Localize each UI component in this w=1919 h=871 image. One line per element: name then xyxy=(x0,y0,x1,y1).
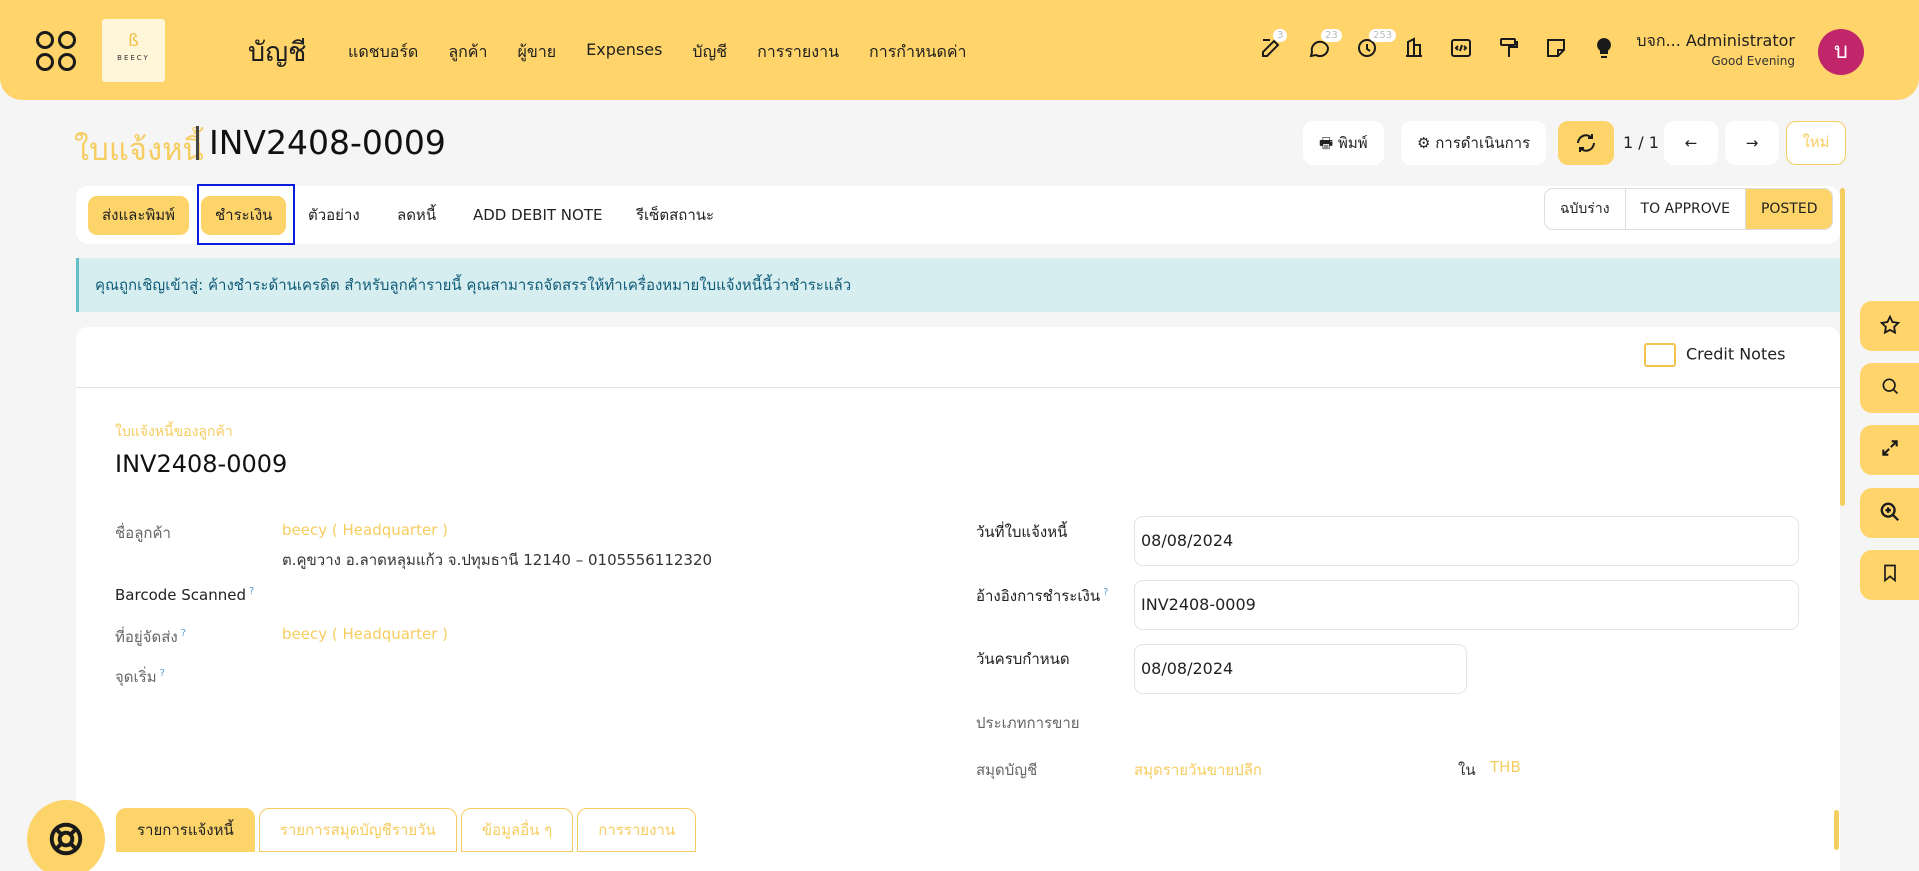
invoice-date-label: วันที่ใบแจ้งหนี้ xyxy=(976,523,1068,541)
help-tooltip-icon[interactable]: ? xyxy=(181,628,186,639)
currency-link[interactable]: THB xyxy=(1490,758,1521,776)
company-logo[interactable]: ß BEECY xyxy=(102,19,165,82)
zoom-in-icon xyxy=(1880,502,1899,522)
status-bar: ฉบับร่าง TO APPROVE POSTED xyxy=(1544,188,1834,230)
form-tabs: รายการแจ้งหนี้ รายการสมุดบัญชีรายวัน ข้อ… xyxy=(116,808,697,852)
printer-icon: 🖶 xyxy=(1319,134,1338,152)
zoom-button[interactable] xyxy=(1860,488,1919,538)
help-tooltip-icon[interactable]: ? xyxy=(1103,587,1108,598)
refresh-button[interactable] xyxy=(1558,121,1614,165)
main-nav: แดชบอร์ด ลูกค้า ผู้ขาย Expenses บัญชี กา… xyxy=(348,40,967,65)
help-button[interactable] xyxy=(27,800,105,871)
prev-record-button[interactable]: ← xyxy=(1664,121,1718,165)
nav-customers[interactable]: ลูกค้า xyxy=(448,40,487,65)
breadcrumb-separator xyxy=(196,126,199,160)
scrollbar[interactable] xyxy=(1840,188,1845,506)
origin-label: จุดเริ่ม? xyxy=(115,668,165,686)
send-print-button[interactable]: ส่งและพิมพ์ xyxy=(88,196,190,235)
nav-configuration[interactable]: การกำหนดค่า xyxy=(869,40,967,65)
chat-icon[interactable]: 23 xyxy=(1307,29,1342,62)
company-user-name[interactable]: บจก... Administrator xyxy=(1636,29,1795,54)
search-icon xyxy=(1882,378,1898,395)
breadcrumb-doc-type[interactable]: ใบแจ้งหนี้ xyxy=(74,124,204,174)
payment-reference-field[interactable]: INV2408-0009 xyxy=(1134,580,1799,630)
notes-badge: 3 xyxy=(1273,29,1288,42)
code-icon[interactable] xyxy=(1449,36,1475,62)
bulb-icon[interactable] xyxy=(1592,36,1618,62)
help-tooltip-icon[interactable]: ? xyxy=(249,586,254,597)
tab-scroll-indicator xyxy=(1834,810,1839,850)
expand-icon xyxy=(1881,440,1898,456)
logo-bee-icon: ß xyxy=(128,31,139,51)
credit-notes-smart-button[interactable]: Credit Notes xyxy=(1644,343,1785,367)
gear-icon: ⚙ xyxy=(1417,134,1436,152)
status-posted[interactable]: POSTED xyxy=(1745,189,1833,229)
tab-reporting[interactable]: การรายงาน xyxy=(577,808,697,852)
sticky-note-icon[interactable] xyxy=(1544,36,1570,62)
search-button[interactable] xyxy=(1860,363,1919,413)
nav-dashboard[interactable]: แดชบอร์ด xyxy=(348,40,418,65)
avatar[interactable]: บ xyxy=(1818,29,1864,75)
invoice-date-field[interactable]: 08/08/2024 xyxy=(1134,516,1799,566)
invoice-subtitle: ใบแจ้งหนี้ของลูกค้า xyxy=(115,424,233,440)
due-date-label: วันครบกำหนด xyxy=(976,650,1070,668)
new-button[interactable]: ใหม่ xyxy=(1786,121,1846,165)
status-draft[interactable]: ฉบับร่าง xyxy=(1545,189,1626,229)
payment-reference-label: อ้างอิงการชำระเงิน? xyxy=(976,587,1109,605)
reset-status-button[interactable]: รีเซ็ตสถานะ xyxy=(636,196,714,235)
page-title: INV2408-0009 xyxy=(209,123,446,162)
tab-invoice-lines[interactable]: รายการแจ้งหนี้ xyxy=(116,808,255,852)
building-icon[interactable] xyxy=(1402,36,1428,62)
customer-label: ชื่อลูกค้า xyxy=(115,524,171,542)
app-menu-icon[interactable] xyxy=(36,31,76,71)
nav-vendors[interactable]: ผู้ขาย xyxy=(518,40,557,65)
nav-reporting[interactable]: การรายงาน xyxy=(757,40,839,65)
currency-in-label: ใน xyxy=(1458,761,1476,779)
activity-clock-icon[interactable]: 253 xyxy=(1355,29,1397,62)
highlight-box xyxy=(197,184,295,245)
shipping-link[interactable]: beecy ( Headquarter ) xyxy=(282,625,448,643)
credit-note-button[interactable]: ลดหนี้ xyxy=(397,196,436,235)
bookmark-button[interactable] xyxy=(1860,550,1919,600)
button-box-divider xyxy=(76,387,1840,388)
chat-badge: 23 xyxy=(1321,29,1342,42)
actions-button[interactable]: ⚙ การดำเนินการ xyxy=(1401,121,1547,165)
tab-journal-items[interactable]: รายการสมุดบัญชีรายวัน xyxy=(258,808,457,852)
print-button[interactable]: 🖶 พิมพ์ xyxy=(1303,121,1384,165)
arrow-right-icon: → xyxy=(1745,134,1759,152)
star-icon xyxy=(1879,314,1900,335)
lifebuoy-icon xyxy=(49,822,83,856)
refresh-icon xyxy=(1577,134,1595,152)
arrow-left-icon: ← xyxy=(1684,134,1698,152)
greeting-text: Good Evening xyxy=(1711,54,1795,68)
nav-expenses[interactable]: Expenses xyxy=(586,40,662,65)
tab-other-info[interactable]: ข้อมูลอื่น ๆ xyxy=(460,808,574,852)
customer-link[interactable]: beecy ( Headquarter ) xyxy=(282,521,448,539)
preview-button[interactable]: ตัวอย่าง xyxy=(308,196,360,235)
help-tooltip-icon[interactable]: ? xyxy=(160,668,165,679)
expand-button[interactable] xyxy=(1860,425,1919,475)
due-date-field[interactable]: 08/08/2024 xyxy=(1134,644,1467,694)
activity-badge: 253 xyxy=(1369,29,1397,42)
notes-icon[interactable]: 3 xyxy=(1259,29,1288,62)
journal-label: สมุดบัญชี xyxy=(976,761,1038,779)
sale-type-label: ประเภทการขาย xyxy=(976,714,1080,732)
invoice-number: INV2408-0009 xyxy=(115,450,288,478)
info-alert: คุณถูกเชิญเข้าสู่: ค้างชำระด้านเครดิต สำ… xyxy=(76,258,1840,312)
next-record-button[interactable]: → xyxy=(1725,121,1779,165)
barcode-label: Barcode Scanned? xyxy=(115,586,255,604)
status-to-approve[interactable]: TO APPROVE xyxy=(1626,189,1746,229)
journal-link[interactable]: สมุดรายวันขายปลีก xyxy=(1134,758,1262,782)
id-card-icon xyxy=(1644,343,1676,367)
top-navbar: ß BEECY บัญชี แดชบอร์ด ลูกค้า ผู้ขาย Exp… xyxy=(0,0,1919,100)
customer-address: ต.คูขวาง อ.ลาดหลุมแก้ว จ.ปทุมธานี 12140 … xyxy=(282,551,713,569)
shipping-label: ที่อยู่จัดส่ง? xyxy=(115,628,187,646)
bookmark-icon xyxy=(1883,564,1896,583)
add-debit-note-button[interactable]: ADD DEBIT NOTE xyxy=(473,196,602,235)
pager-counter[interactable]: 1 / 1 xyxy=(1623,133,1659,152)
paint-roller-icon[interactable] xyxy=(1497,36,1523,62)
nav-accounting[interactable]: บัญชี xyxy=(692,40,727,65)
favorite-button[interactable] xyxy=(1860,301,1919,351)
module-title[interactable]: บัญชี xyxy=(248,30,306,73)
